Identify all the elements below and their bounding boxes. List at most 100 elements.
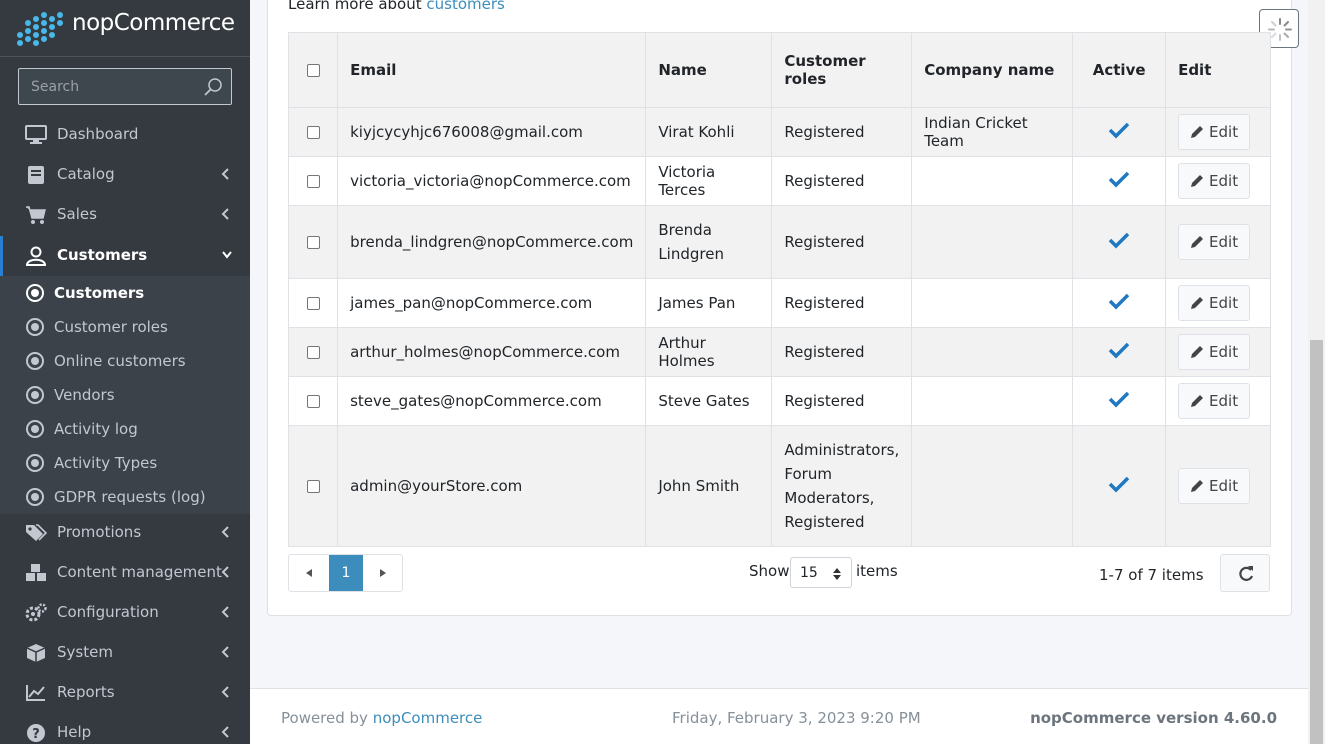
edit-button[interactable]: Edit (1178, 114, 1251, 150)
subnav-activity-types[interactable]: Activity Types (0, 446, 250, 480)
edit-button[interactable]: Edit (1178, 285, 1251, 321)
check-icon (1108, 391, 1130, 408)
brand[interactable]: nopCommerce (0, 0, 250, 57)
row-checkbox[interactable] (306, 395, 320, 408)
powered-link[interactable]: nopCommerce (373, 709, 483, 727)
subnav-online-customers[interactable]: Online customers (0, 344, 250, 378)
table-row: admin@yourStore.com John Smith Administr… (287, 425, 1271, 547)
items-label: items (856, 562, 898, 580)
nav-label: Configuration (57, 603, 159, 621)
nav-configuration[interactable]: Configuration (0, 593, 250, 633)
question-circle-icon: ? (27, 724, 45, 742)
nav-help[interactable]: ? Help (0, 713, 250, 744)
table-row: james_pan@nopCommerce.com James Pan Regi… (287, 278, 1271, 328)
refresh-icon (1239, 566, 1254, 581)
check-icon (1108, 232, 1130, 249)
nav-label: Dashboard (57, 125, 139, 143)
nav-content-management[interactable]: Content management (0, 553, 250, 593)
cell-email: james_pan@nopCommerce.com (337, 278, 647, 328)
edit-label: Edit (1209, 172, 1239, 190)
footer-version: nopCommerce version 4.60.0 (1030, 709, 1277, 727)
col-name[interactable]: Name (645, 32, 773, 108)
dot-circle-icon (26, 352, 44, 370)
row-checkbox[interactable] (306, 346, 320, 359)
subnav-label: Customers (54, 284, 145, 302)
cart-icon (26, 206, 46, 224)
nav-catalog[interactable]: Catalog (0, 155, 250, 195)
cell-email: victoria_victoria@nopCommerce.com (337, 156, 647, 206)
cell-company (911, 278, 1074, 328)
dot-circle-icon (26, 488, 44, 506)
cubes-icon (26, 564, 46, 581)
nav-customers[interactable]: Customers (0, 236, 250, 276)
svg-text:?: ? (32, 727, 40, 742)
search-input[interactable] (19, 69, 199, 104)
nav-dashboard[interactable]: Dashboard (0, 115, 250, 155)
cell-roles: Registered (771, 107, 913, 157)
select-all-checkbox[interactable] (306, 64, 320, 77)
cell-name: James Pan (645, 278, 773, 328)
subnav-label: Vendors (54, 386, 115, 404)
edit-button[interactable]: Edit (1178, 334, 1251, 370)
pencil-icon (1191, 346, 1204, 358)
page-1-button[interactable]: 1 (329, 555, 363, 591)
table-row: arthur_holmes@nopCommerce.com Arthur Hol… (287, 327, 1271, 377)
row-checkbox[interactable] (306, 175, 320, 188)
edit-button[interactable]: Edit (1178, 224, 1251, 260)
cell-active (1072, 425, 1167, 547)
book-icon (28, 166, 44, 184)
dot-circle-icon (26, 420, 44, 438)
subnav-customers[interactable]: Customers (0, 276, 250, 310)
cell-company (911, 156, 1074, 206)
caret-left-icon (306, 569, 312, 577)
sidebar-search (18, 68, 232, 105)
cell-name: Victoria Terces (645, 156, 773, 206)
desktop-icon (25, 125, 47, 144)
cell-roles: Registered (771, 327, 913, 377)
cell-edit: Edit (1165, 278, 1271, 328)
table-row: brenda_lindgren@nopCommerce.com Brenda L… (287, 205, 1271, 279)
subnav-activity-log[interactable]: Activity log (0, 412, 250, 446)
check-icon (1108, 293, 1130, 310)
cell-active (1072, 278, 1167, 328)
subnav-vendors[interactable]: Vendors (0, 378, 250, 412)
col-customer-roles[interactable]: Customer roles (771, 32, 913, 108)
edit-button[interactable]: Edit (1178, 163, 1251, 199)
nav-sales[interactable]: Sales (0, 195, 250, 235)
cell-edit: Edit (1165, 205, 1271, 279)
page-size-select[interactable]: 15 (790, 557, 852, 588)
scrollbar-thumb[interactable] (1310, 340, 1323, 744)
logo-icon (17, 12, 63, 46)
learn-more-link[interactable]: customers (426, 0, 504, 13)
cell-edit: Edit (1165, 425, 1271, 547)
nav-label: Customers (57, 246, 148, 264)
check-icon (1108, 171, 1130, 188)
nav-promotions[interactable]: Promotions (0, 513, 250, 553)
search-icon[interactable] (203, 77, 223, 97)
row-checkbox[interactable] (306, 236, 320, 249)
row-checkbox[interactable] (306, 126, 320, 139)
row-checkbox[interactable] (306, 480, 320, 493)
customers-table: Email Name Customer roles Company name A… (287, 32, 1271, 547)
cell-company (911, 376, 1074, 426)
next-page-button[interactable] (363, 555, 403, 591)
cell-roles: Registered (771, 156, 913, 206)
col-company-name[interactable]: Company name (911, 32, 1074, 108)
edit-button[interactable]: Edit (1178, 383, 1251, 419)
subnav-customer-roles[interactable]: Customer roles (0, 310, 250, 344)
col-active[interactable]: Active (1072, 32, 1167, 108)
dot-circle-icon (26, 284, 44, 302)
refresh-button[interactable] (1220, 554, 1270, 592)
subnav-label: Customer roles (54, 318, 168, 336)
cogs-icon (25, 603, 47, 622)
cell-company (911, 425, 1074, 547)
subnav-gdpr-requests[interactable]: GDPR requests (log) (0, 480, 250, 514)
col-email[interactable]: Email (337, 32, 647, 108)
row-checkbox[interactable] (306, 297, 320, 310)
nav-reports[interactable]: Reports (0, 673, 250, 713)
nav-system[interactable]: System (0, 633, 250, 673)
cell-company (911, 327, 1074, 377)
row-select-cell (287, 205, 339, 279)
prev-page-button[interactable] (289, 555, 329, 591)
edit-button[interactable]: Edit (1178, 468, 1251, 504)
